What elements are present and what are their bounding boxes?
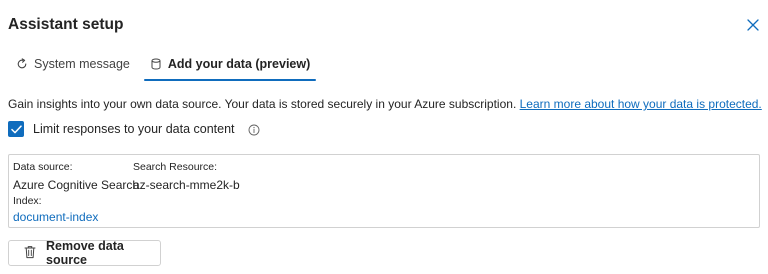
remove-data-source-button[interactable]: Remove data source [8, 239, 161, 267]
info-text: Gain insights into your own data source.… [8, 97, 762, 111]
data-source-card: Data source: Azure Cognitive Search Sear… [8, 154, 760, 228]
assistant-setup-panel: Assistant setup System message Add your … [0, 0, 768, 274]
index-label: Index: [13, 195, 42, 207]
data-source-label: Data source: [13, 161, 73, 173]
info-icon[interactable] [248, 123, 260, 136]
tab-add-your-data[interactable]: Add your data (preview) [143, 50, 317, 81]
close-icon[interactable] [746, 18, 760, 32]
limit-responses-row: Limit responses to your data content [8, 121, 260, 137]
remove-data-source-label: Remove data source [46, 239, 124, 267]
checkmark-icon [10, 124, 22, 133]
limit-responses-label: Limit responses to your data content [33, 122, 235, 136]
search-resource-value: az-search-mme2k-b [133, 178, 240, 192]
tab-label: System message [34, 57, 130, 71]
info-description: Gain insights into your own data source.… [8, 97, 520, 111]
tab-bar: System message Add your data (preview) [8, 50, 317, 81]
database-icon [150, 58, 162, 70]
tab-label: Add your data (preview) [167, 57, 311, 71]
panel-title: Assistant setup [8, 16, 124, 33]
refresh-icon [16, 58, 28, 70]
learn-more-link[interactable]: Learn more about how your data is protec… [520, 97, 762, 111]
limit-responses-checkbox[interactable] [8, 121, 24, 137]
data-source-value: Azure Cognitive Search [13, 178, 140, 192]
index-link[interactable]: document-index [13, 210, 98, 224]
tab-system-message[interactable]: System message [8, 50, 136, 78]
trash-icon [24, 245, 36, 262]
search-resource-label: Search Resource: [133, 161, 218, 173]
